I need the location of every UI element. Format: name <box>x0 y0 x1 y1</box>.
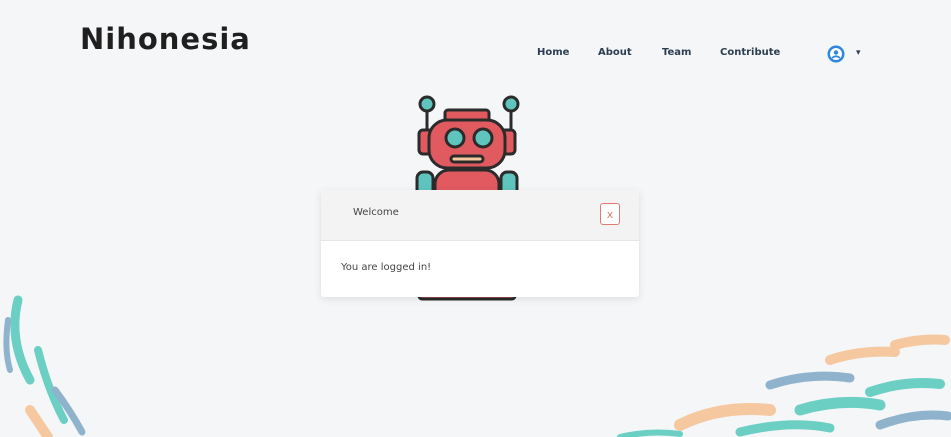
nav-home-link[interactable]: Home <box>537 47 569 58</box>
chevron-down-icon: ▾ <box>856 48 861 58</box>
close-button[interactable]: x <box>600 203 620 225</box>
modal-header: Welcome x <box>321 190 639 241</box>
nav-team-link[interactable]: Team <box>662 47 691 58</box>
close-icon: x <box>606 208 614 221</box>
nav-about-link[interactable]: About <box>598 47 632 58</box>
brand-logo[interactable]: Nihonesia <box>80 22 251 56</box>
modal-title: Welcome <box>353 207 399 218</box>
nav-contribute-link[interactable]: Contribute <box>720 47 780 58</box>
modal-message: You are logged in! <box>341 262 432 273</box>
welcome-modal: Welcome x You are logged in! <box>321 190 639 297</box>
user-circle-icon <box>827 45 845 63</box>
user-menu-toggle[interactable]: ▾ <box>826 44 866 66</box>
